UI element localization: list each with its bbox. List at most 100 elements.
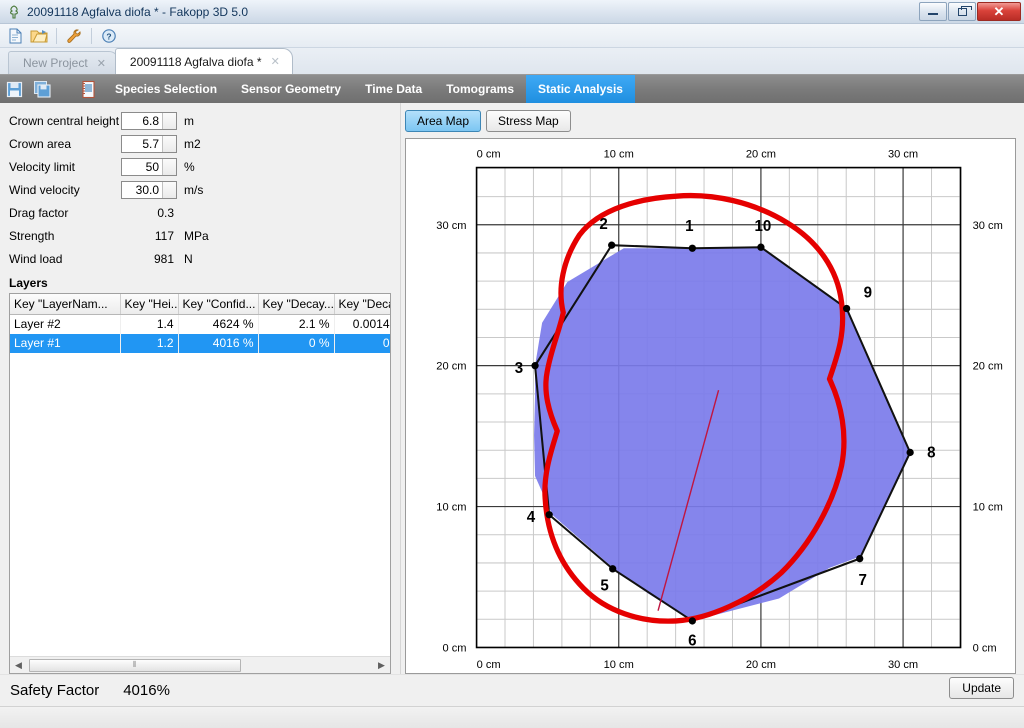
- navbar-icons: [0, 75, 103, 103]
- field-drag-factor: Drag factor 0.3: [0, 201, 400, 224]
- field-velocity-limit: Velocity limit 50 %: [0, 155, 400, 178]
- spinner-arrows[interactable]: [162, 181, 176, 198]
- table-header-row: Key "LayerNam... Key "Hei... Key "Confid…: [10, 294, 390, 315]
- table-row[interactable]: Layer #1 1.2 4016 % 0 % 0: [10, 333, 390, 353]
- node-dot-4[interactable]: [545, 511, 553, 519]
- input-value: 30.0: [135, 182, 159, 197]
- node-dot-7[interactable]: [856, 554, 864, 563]
- column-header-layer-name[interactable]: Key "LayerNam...: [10, 294, 121, 315]
- status-row: Safety Factor 4016% Update: [0, 674, 1024, 706]
- node-label-3: 3: [515, 360, 523, 377]
- spinner-arrows[interactable]: [162, 112, 176, 129]
- wind-velocity-input[interactable]: 30.0: [121, 180, 177, 199]
- node-dot-10[interactable]: [757, 243, 765, 251]
- area-map-canvas[interactable]: 1 10 9 8 7 6 5 4 3 2 0 cm 10 cm 20 cm 30…: [405, 138, 1016, 674]
- save-all-icon[interactable]: [33, 80, 52, 99]
- document-tab-agfalva[interactable]: 20091118 Agfalva diofa * ✕: [114, 48, 293, 74]
- drag-factor-value: 0.3: [157, 205, 174, 220]
- axis-tick-top-20: 20 cm: [746, 148, 776, 160]
- document-tab-strip: New Project ✕ 20091118 Agfalva diofa * ✕: [0, 48, 1024, 74]
- update-button[interactable]: Update: [949, 677, 1014, 699]
- table-row[interactable]: Layer #2 1.4 4624 % 2.1 % 0.0014: [10, 314, 390, 334]
- node-dot-8[interactable]: [906, 448, 914, 457]
- axis-tick-top-30: 30 cm: [888, 148, 918, 160]
- cell-confidence: 4016 %: [178, 333, 259, 353]
- nav-item-static-analysis[interactable]: Static Analysis: [526, 75, 635, 103]
- node-label-8: 8: [927, 444, 935, 461]
- tab-area-map[interactable]: Area Map: [405, 110, 482, 132]
- field-unit: m2: [184, 136, 201, 151]
- axis-tick-left-0: 0 cm: [442, 643, 466, 655]
- nav-item-species-selection[interactable]: Species Selection: [103, 75, 229, 103]
- node-dot-9[interactable]: [842, 304, 851, 313]
- column-header-decay-1[interactable]: Key "Decay...: [258, 294, 335, 315]
- window-controls: ✕: [919, 2, 1021, 21]
- axis-tick-left-10: 10 cm: [436, 502, 466, 514]
- new-document-icon[interactable]: [4, 26, 26, 46]
- help-icon[interactable]: ?: [98, 26, 120, 46]
- field-label: Wind load: [9, 251, 63, 266]
- scrollbar-track[interactable]: ⦀: [27, 658, 373, 673]
- column-header-confidence[interactable]: Key "Confid...: [178, 294, 259, 315]
- document-tab-label: New Project: [23, 56, 88, 70]
- maximize-button[interactable]: [948, 2, 976, 21]
- scroll-right-icon[interactable]: ▶: [373, 658, 390, 673]
- axis-tick-bottom-10: 10 cm: [604, 659, 634, 671]
- document-tab-label: 20091118 Agfalva diofa *: [129, 54, 262, 69]
- save-icon[interactable]: [5, 80, 24, 99]
- node-dot-6[interactable]: [688, 617, 696, 625]
- layers-table: Key "LayerNam... Key "Hei... Key "Confid…: [10, 294, 390, 353]
- layers-horizontal-scrollbar[interactable]: ◀ ⦀ ▶: [10, 656, 390, 673]
- velocity-limit-input[interactable]: 50: [121, 157, 177, 176]
- node-label-6: 6: [688, 632, 696, 649]
- scrollbar-thumb[interactable]: ⦀: [29, 658, 241, 672]
- axis-tick-right-30: 30 cm: [973, 220, 1003, 232]
- report-icon[interactable]: [79, 80, 98, 99]
- cell-layer-name: Layer #1: [10, 333, 121, 353]
- column-header-height[interactable]: Key "Hei...: [120, 294, 179, 315]
- layers-section-title: Layers: [9, 276, 48, 290]
- field-crown-area: Crown area 5.7 m2: [0, 132, 400, 155]
- axis-tick-bottom-0: 0 cm: [477, 659, 501, 671]
- crown-area-input[interactable]: 5.7: [121, 134, 177, 153]
- nav-item-tomograms[interactable]: Tomograms: [434, 75, 526, 103]
- close-icon[interactable]: ✕: [271, 55, 280, 68]
- field-unit: N: [184, 251, 193, 266]
- node-dot-1[interactable]: [688, 244, 696, 252]
- layers-table-container: Key "LayerNam... Key "Hei... Key "Confid…: [9, 293, 391, 674]
- tree-icon: [6, 4, 22, 20]
- axis-tick-right-20: 20 cm: [973, 361, 1003, 373]
- crown-central-height-input[interactable]: 6.8: [121, 111, 177, 130]
- nav-item-sensor-geometry[interactable]: Sensor Geometry: [229, 75, 353, 103]
- axis-tick-left-20: 20 cm: [436, 361, 466, 373]
- column-header-decay-2[interactable]: Key "Decay: [334, 294, 390, 315]
- scroll-left-icon[interactable]: ◀: [10, 658, 27, 673]
- safety-factor-value: 4016%: [123, 682, 170, 699]
- spinner-arrows[interactable]: [162, 158, 176, 175]
- wrench-icon[interactable]: [63, 26, 85, 46]
- axis-tick-top-0: 0 cm: [477, 148, 501, 160]
- node-label-2: 2: [599, 216, 607, 233]
- cell-height: 1.2: [120, 333, 179, 353]
- close-button[interactable]: ✕: [977, 2, 1021, 21]
- parameters-panel: Crown central height 6.8 m Crown area 5.…: [0, 103, 401, 674]
- spinner-arrows[interactable]: [162, 135, 176, 152]
- close-icon[interactable]: ✕: [97, 57, 106, 70]
- minimize-button[interactable]: [919, 2, 947, 21]
- node-dot-5[interactable]: [609, 565, 617, 573]
- node-dot-3[interactable]: [531, 361, 539, 370]
- node-label-9: 9: [864, 284, 872, 301]
- open-folder-icon[interactable]: [28, 26, 50, 46]
- axis-tick-bottom-30: 30 cm: [888, 659, 918, 671]
- cell-decay-1: 2.1 %: [258, 314, 335, 334]
- field-unit: %: [184, 159, 195, 174]
- field-strength: Strength 117 MPa: [0, 224, 400, 247]
- nav-item-time-data[interactable]: Time Data: [353, 75, 434, 103]
- document-tab-new-project[interactable]: New Project ✕: [8, 51, 119, 74]
- tab-stress-map[interactable]: Stress Map: [486, 110, 571, 132]
- node-dot-2[interactable]: [608, 241, 616, 249]
- main-toolbar: ?: [0, 24, 1024, 48]
- field-unit: MPa: [184, 228, 209, 243]
- axis-tick-bottom-20: 20 cm: [746, 659, 776, 671]
- node-label-5: 5: [600, 577, 609, 594]
